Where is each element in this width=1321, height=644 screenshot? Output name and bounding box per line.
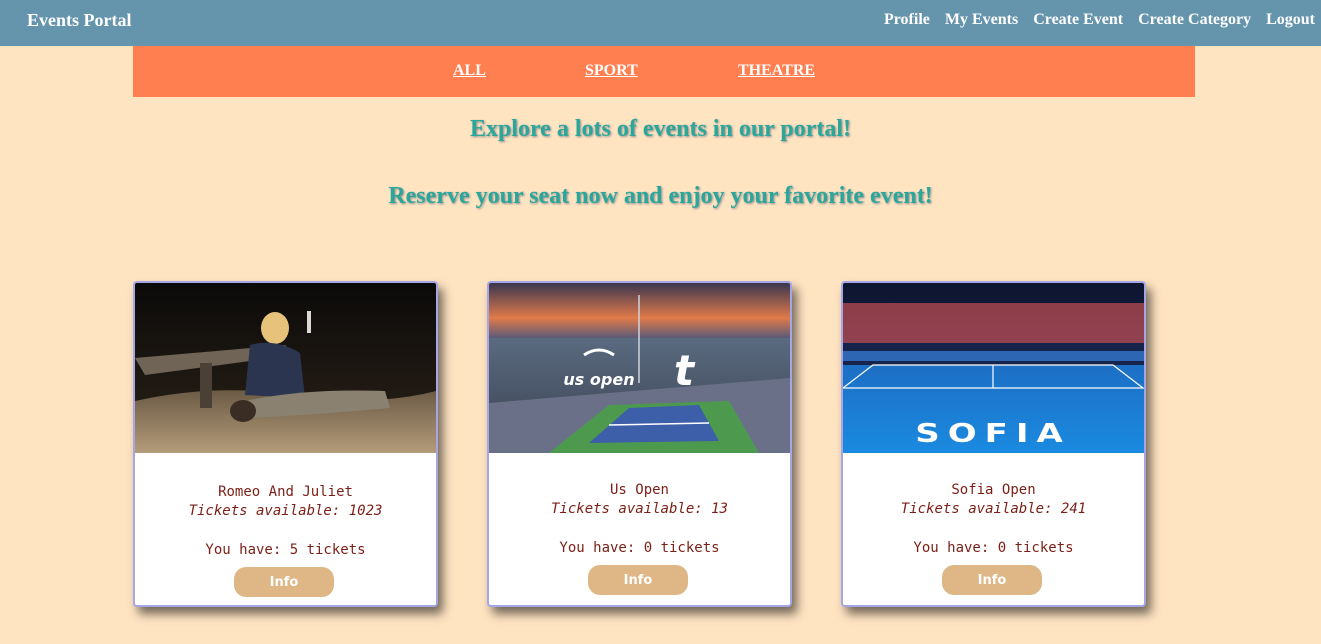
event-title: Us Open [609,482,669,498]
category-bar: ALL SPORT THEATRE [133,46,1195,97]
event-card-us-open: us open t Us Open Tickets available: 13 … [487,281,792,607]
info-button[interactable]: Info [234,567,334,597]
tickets-owned: You have: 0 tickets [559,540,720,556]
sofia-court-text: SOFIA [915,419,1071,449]
nav-create-event-link[interactable]: Create Event [1033,11,1123,29]
event-card-romeo-and-juliet: Romeo And Juliet Tickets available: 1023… [133,281,438,607]
category-all-link[interactable]: ALL [453,62,486,80]
nav-my-events-link[interactable]: My Events [945,11,1018,29]
tickets-available: Tickets available: 13 [550,501,728,517]
main-nav: Profile My Events Create Event Create Ca… [884,11,1315,29]
tickets-available: Tickets available: 241 [900,501,1087,517]
tickets-available: Tickets available: 1023 [188,503,383,519]
nav-profile-link[interactable]: Profile [884,11,930,29]
event-image-us-open[interactable]: us open t [489,283,790,453]
event-card-sofia-open: SOFIA Sofia Open Tickets available: 241 … [841,281,1146,607]
nav-create-category-link[interactable]: Create Category [1138,11,1251,29]
tickets-owned: You have: 5 tickets [205,542,366,558]
info-button[interactable]: Info [942,565,1042,595]
info-button[interactable]: Info [588,565,688,595]
top-navbar: Events Portal Profile My Events Create E… [0,0,1321,46]
brand-link[interactable]: Events Portal [27,10,131,31]
hero-headline-explore: Explore a lots of events in our portal! [469,116,852,142]
event-image-sofia-open[interactable]: SOFIA [843,283,1144,453]
us-open-logo-text: us open [563,370,634,389]
category-sport-link[interactable]: SPORT [585,62,638,80]
category-theatre-link[interactable]: THEATRE [738,62,815,80]
event-image-theatre[interactable] [135,283,436,453]
hero-headline-reserve: Reserve your seat now and enjoy your fav… [388,183,933,209]
event-title: Romeo And Juliet [218,484,353,500]
nav-logout-link[interactable]: Logout [1266,11,1315,29]
tickets-owned: You have: 0 tickets [913,540,1074,556]
event-title: Sofia Open [951,482,1036,498]
ticket-logo-text: t [674,346,696,395]
